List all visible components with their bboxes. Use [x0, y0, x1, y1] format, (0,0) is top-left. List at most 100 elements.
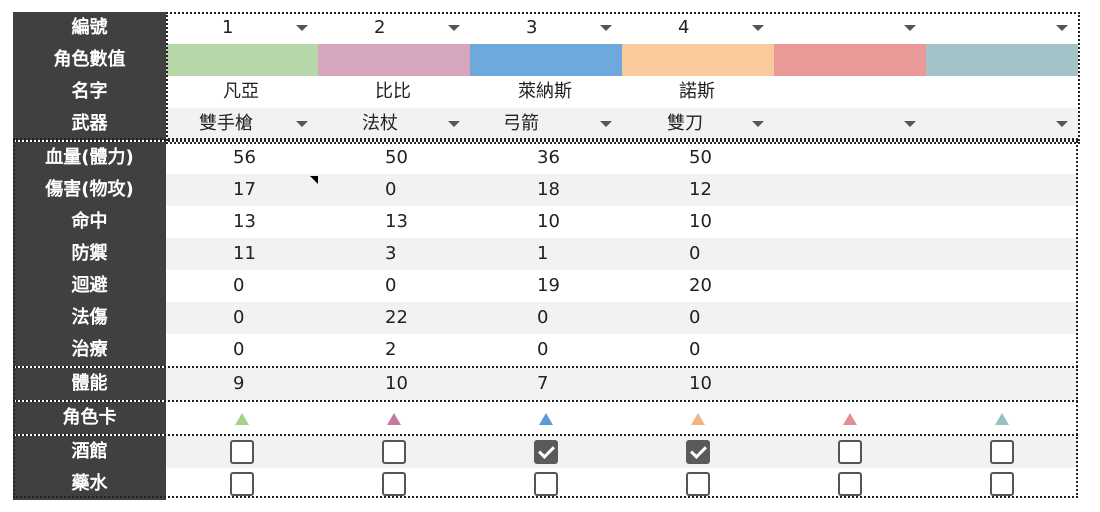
defense-cell[interactable]: 3 [318, 238, 470, 270]
evasion-cell[interactable]: 19 [470, 270, 622, 302]
weapon-select[interactable]: 法杖 [318, 108, 470, 140]
dropdown-arrow-icon[interactable] [752, 25, 764, 31]
heal-cell[interactable]: 0 [470, 334, 622, 366]
dropdown-arrow-icon[interactable] [904, 25, 916, 31]
stamina-cell[interactable]: 10 [622, 368, 774, 400]
color-cell[interactable] [926, 44, 1078, 76]
hp-cell[interactable] [926, 142, 1078, 174]
evasion-cell[interactable]: 20 [622, 270, 774, 302]
dropdown-arrow-icon[interactable] [296, 25, 308, 31]
evasion-cell[interactable]: 0 [166, 270, 318, 302]
triangle-icon[interactable] [539, 413, 553, 425]
damage-cell[interactable] [926, 174, 1078, 206]
tavern-checkbox[interactable] [534, 440, 558, 464]
stamina-cell[interactable] [926, 368, 1078, 400]
dropdown-arrow-icon[interactable] [600, 25, 612, 31]
magic-cell[interactable]: 0 [470, 302, 622, 334]
dropdown-arrow-icon[interactable] [448, 25, 460, 31]
defense-cell[interactable] [774, 238, 926, 270]
card-cell[interactable] [318, 402, 470, 434]
card-cell[interactable] [470, 402, 622, 434]
name-cell[interactable]: 萊納斯 [470, 76, 622, 108]
defense-cell[interactable]: 0 [622, 238, 774, 270]
stamina-cell[interactable]: 9 [166, 368, 318, 400]
heal-cell[interactable] [926, 334, 1078, 366]
number-cell[interactable] [774, 12, 926, 44]
dropdown-arrow-icon[interactable] [1056, 25, 1068, 31]
heal-cell[interactable] [774, 334, 926, 366]
magic-cell[interactable]: 0 [622, 302, 774, 334]
number-cell[interactable] [926, 12, 1078, 44]
potion-checkbox[interactable] [990, 472, 1014, 496]
damage-cell[interactable]: 0 [318, 174, 470, 206]
defense-cell[interactable]: 11 [166, 238, 318, 270]
damage-cell[interactable] [774, 174, 926, 206]
comment-indicator-icon[interactable] [310, 176, 318, 184]
hit-cell[interactable] [926, 206, 1078, 238]
dropdown-arrow-icon[interactable] [752, 121, 764, 127]
hit-cell[interactable]: 10 [622, 206, 774, 238]
heal-cell[interactable]: 0 [622, 334, 774, 366]
card-cell[interactable] [774, 402, 926, 434]
triangle-icon[interactable] [995, 413, 1009, 425]
tavern-checkbox[interactable] [230, 440, 254, 464]
number-cell[interactable]: 2 [318, 12, 470, 44]
dropdown-arrow-icon[interactable] [1056, 121, 1068, 127]
hit-cell[interactable]: 13 [166, 206, 318, 238]
dropdown-arrow-icon[interactable] [448, 121, 460, 127]
color-cell[interactable] [774, 44, 926, 76]
defense-cell[interactable]: 1 [470, 238, 622, 270]
weapon-select[interactable] [926, 108, 1078, 140]
magic-cell[interactable] [926, 302, 1078, 334]
dropdown-arrow-icon[interactable] [600, 121, 612, 127]
hp-cell[interactable]: 50 [318, 142, 470, 174]
potion-checkbox[interactable] [838, 472, 862, 496]
color-cell[interactable] [622, 44, 774, 76]
potion-checkbox[interactable] [534, 472, 558, 496]
evasion-cell[interactable]: 0 [318, 270, 470, 302]
name-cell[interactable]: 凡亞 [166, 76, 318, 108]
tavern-checkbox[interactable] [382, 440, 406, 464]
hp-cell[interactable]: 36 [470, 142, 622, 174]
damage-cell[interactable]: 18 [470, 174, 622, 206]
number-cell[interactable]: 4 [622, 12, 774, 44]
stamina-cell[interactable] [774, 368, 926, 400]
magic-cell[interactable]: 22 [318, 302, 470, 334]
triangle-icon[interactable] [235, 413, 249, 425]
potion-checkbox[interactable] [382, 472, 406, 496]
weapon-select[interactable]: 雙刀 [622, 108, 774, 140]
card-cell[interactable] [166, 402, 318, 434]
heal-cell[interactable]: 0 [166, 334, 318, 366]
dropdown-arrow-icon[interactable] [296, 121, 308, 127]
hit-cell[interactable]: 10 [470, 206, 622, 238]
hp-cell[interactable]: 56 [166, 142, 318, 174]
triangle-icon[interactable] [691, 413, 705, 425]
potion-checkbox[interactable] [686, 472, 710, 496]
damage-cell[interactable]: 12 [622, 174, 774, 206]
tavern-checkbox[interactable] [686, 440, 710, 464]
damage-cell[interactable]: 17 [166, 174, 318, 206]
number-cell[interactable]: 3 [470, 12, 622, 44]
stamina-cell[interactable]: 7 [470, 368, 622, 400]
hp-cell[interactable]: 50 [622, 142, 774, 174]
evasion-cell[interactable] [926, 270, 1078, 302]
name-cell[interactable] [926, 76, 1078, 108]
color-cell[interactable] [318, 44, 470, 76]
weapon-select[interactable] [774, 108, 926, 140]
tavern-checkbox[interactable] [838, 440, 862, 464]
hp-cell[interactable] [774, 142, 926, 174]
evasion-cell[interactable] [774, 270, 926, 302]
card-cell[interactable] [622, 402, 774, 434]
color-cell[interactable] [166, 44, 318, 76]
potion-checkbox[interactable] [230, 472, 254, 496]
heal-cell[interactable]: 2 [318, 334, 470, 366]
weapon-select[interactable]: 雙手槍 [166, 108, 318, 140]
dropdown-arrow-icon[interactable] [904, 121, 916, 127]
defense-cell[interactable] [926, 238, 1078, 270]
magic-cell[interactable] [774, 302, 926, 334]
weapon-select[interactable]: 弓箭 [470, 108, 622, 140]
magic-cell[interactable]: 0 [166, 302, 318, 334]
color-cell[interactable] [470, 44, 622, 76]
name-cell[interactable]: 諾斯 [622, 76, 774, 108]
number-cell[interactable]: 1 [166, 12, 318, 44]
